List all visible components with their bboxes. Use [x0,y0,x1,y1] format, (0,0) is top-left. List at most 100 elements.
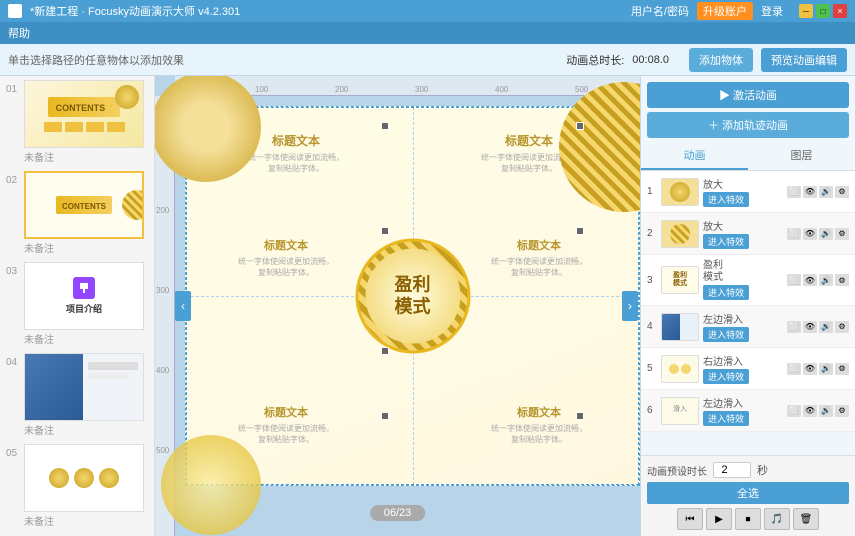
anim-info-1: 放大 进入特效 [703,176,783,207]
login-label[interactable]: 登录 [761,3,783,19]
play-btn[interactable]: ▶ [706,508,732,530]
tab-animation[interactable]: 动画 [641,142,748,170]
anim-item-4[interactable]: 4 左边滑入 进入特效 ⬜ 👁 🔊 ⚙ [641,306,855,348]
anim-icon-eye-2[interactable]: 👁 [803,228,817,240]
anim-icon-eye-5[interactable]: 👁 [803,363,817,375]
win-minimize[interactable]: ─ [799,4,813,18]
anim-icon-gear-6[interactable]: ⚙ [835,405,849,417]
add-object-button[interactable]: 添加物体 [689,48,753,72]
animation-list: 1 放大 进入特效 ⬜ 👁 🔊 ⚙ [641,171,855,455]
anim-num-6: 6 [647,405,657,416]
handle-1 [381,122,389,130]
anim-icon-eye-6[interactable]: 👁 [803,405,817,417]
slide-item-4[interactable]: 04 [0,349,154,421]
win-close[interactable]: × [833,4,847,18]
anim-icon-monitor-4[interactable]: ⬜ [787,321,801,333]
duration-preset-input[interactable] [713,462,751,478]
tab-scene[interactable]: 图层 [748,142,855,170]
anim-icon-gear-3[interactable]: ⚙ [835,274,849,286]
anim-num-1: 1 [647,186,657,197]
enter-btn-5[interactable]: 进入特效 [703,369,749,384]
anim-icon-eye-4[interactable]: 👁 [803,321,817,333]
anim-icon-monitor-2[interactable]: ⬜ [787,228,801,240]
slide-thumb-3: 项目介绍 [24,262,144,330]
anim-icon-eye-1[interactable]: 👁 [803,186,817,198]
anim-icon-sound-5[interactable]: 🔊 [819,363,833,375]
canvas-area[interactable]: 100 200 300 400 500 600 700 100 200 300 … [155,76,640,536]
center-circle[interactable]: 盈利 模式 [355,239,470,354]
anim-num-3: 3 [647,275,657,286]
anim-icon-sound-4[interactable]: 🔊 [819,321,833,333]
center-circle-text: 盈利 模式 [395,274,431,317]
slide-label-5: 未备注 [0,512,154,531]
anim-thumb-3: 盈利模式 [661,266,699,294]
sound-btn[interactable]: 🎵 [764,508,790,530]
enter-btn-2[interactable]: 进入特效 [703,234,749,249]
anim-item-3[interactable]: 3 盈利模式 盈利模式 进入特效 ⬜ 👁 🔊 ⚙ [641,255,855,306]
enter-btn-6[interactable]: 进入特效 [703,411,749,426]
anim-icon-monitor-5[interactable]: ⬜ [787,363,801,375]
anim-controls-6: ⬜ 👁 🔊 ⚙ [787,405,849,417]
anim-num-5: 5 [647,363,657,374]
select-all-btn[interactable]: 全选 [647,482,849,504]
activate-btn[interactable]: ▶ 激活动画 [647,82,849,108]
slide-label-1: 未备注 [0,148,154,167]
delete-btn[interactable]: 🗑 [793,508,819,530]
anim-controls-5: ⬜ 👁 🔊 ⚙ [787,363,849,375]
toolbar: 单击选择路径的任意物体以添加效果 动画总时长: 00:08.0 添加物体 预览动… [0,44,855,76]
anim-icon-eye-3[interactable]: 👁 [803,274,817,286]
anim-icon-monitor-1[interactable]: ⬜ [787,186,801,198]
anim-icon-gear-5[interactable]: ⚙ [835,363,849,375]
add-anim-btn[interactable]: ＋ 添加轨迹动画 [647,112,849,138]
anim-icon-gear-1[interactable]: ⚙ [835,186,849,198]
anim-icon-monitor-3[interactable]: ⬜ [787,274,801,286]
slide-item-3[interactable]: 03 项目介绍 [0,258,154,330]
preview-button[interactable]: 预览动画编辑 [761,48,847,72]
anim-icon-gear-2[interactable]: ⚙ [835,228,849,240]
right-panel: ▶ 激活动画 ＋ 添加轨迹动画 动画 图层 1 放大 进入 [640,76,855,536]
slide-thumb-2: CONTENTS [24,171,144,239]
app-icon [8,4,22,18]
anim-icon-sound-6[interactable]: 🔊 [819,405,833,417]
win-maximize[interactable]: □ [816,4,830,18]
enter-btn-1[interactable]: 进入特效 [703,192,749,207]
slide-item-2[interactable]: 02 CONTENTS [0,167,154,239]
enter-btn-4[interactable]: 进入特效 [703,327,749,342]
anim-icon-sound-2[interactable]: 🔊 [819,228,833,240]
anim-icon-monitor-6[interactable]: ⬜ [787,405,801,417]
slide-item-1[interactable]: 01 CONTENTS " [0,76,154,148]
anim-info-2: 放大 进入特效 [703,218,783,249]
slides-panel: 01 CONTENTS " [0,76,155,536]
panel-tabs: 动画 图层 [641,142,855,171]
user-label[interactable]: 用户名/密码 [631,3,689,19]
main-area: 01 CONTENTS " [0,76,855,536]
anim-icon-gear-4[interactable]: ⚙ [835,321,849,333]
left-nav-arrow[interactable]: ‹ [175,291,191,321]
right-nav-arrow[interactable]: › [622,291,638,321]
title-bar-right: 用户名/密码 升级账户 登录 ─ □ × [631,2,847,20]
play-prev-btn[interactable]: ⏮ [677,508,703,530]
menu-help[interactable]: 帮助 [8,25,30,41]
upgrade-btn[interactable]: 升级账户 [697,2,753,20]
slide-num-4: 04 [6,357,20,421]
slide-item-5[interactable]: 05 [0,440,154,512]
anim-item-2[interactable]: 2 放大 进入特效 ⬜ 👁 🔊 ⚙ [641,213,855,255]
anim-item-6[interactable]: 6 滑入 左边滑入 进入特效 ⬜ 👁 🔊 ⚙ [641,390,855,432]
anim-item-1[interactable]: 1 放大 进入特效 ⬜ 👁 🔊 ⚙ [641,171,855,213]
enter-btn-3[interactable]: 进入特效 [703,285,749,300]
bottom-controls: 动画预设时长 秒 全选 ⏮ ▶ ⏹ 🎵 🗑 [641,455,855,536]
toolbar-hint: 单击选择路径的任意物体以添加效果 [8,52,558,68]
anim-controls-4: ⬜ 👁 🔊 ⚙ [787,321,849,333]
duration-label: 动画总时长: [566,52,624,68]
anim-item-5[interactable]: 5 右边滑入 进入特效 ⬜ 👁 🔊 ⚙ [641,348,855,390]
app-title: *新建工程 · Focusky动画演示大师 v4.2.301 [30,3,240,19]
duration-unit: 秒 [757,462,768,478]
text-block-ml: 标题文本 统一字体使阅读更加流畅，复制粘贴字体。 [206,237,366,278]
text-block-br: 标题文本 统一字体使阅读更加流畅，复制粘贴字体。 [459,404,619,445]
anim-icon-sound-3[interactable]: 🔊 [819,274,833,286]
anim-info-5: 右边滑入 进入特效 [703,353,783,384]
anim-icon-sound-1[interactable]: 🔊 [819,186,833,198]
anim-num-2: 2 [647,228,657,239]
window-controls: ─ □ × [799,4,847,18]
stop-btn[interactable]: ⏹ [735,508,761,530]
